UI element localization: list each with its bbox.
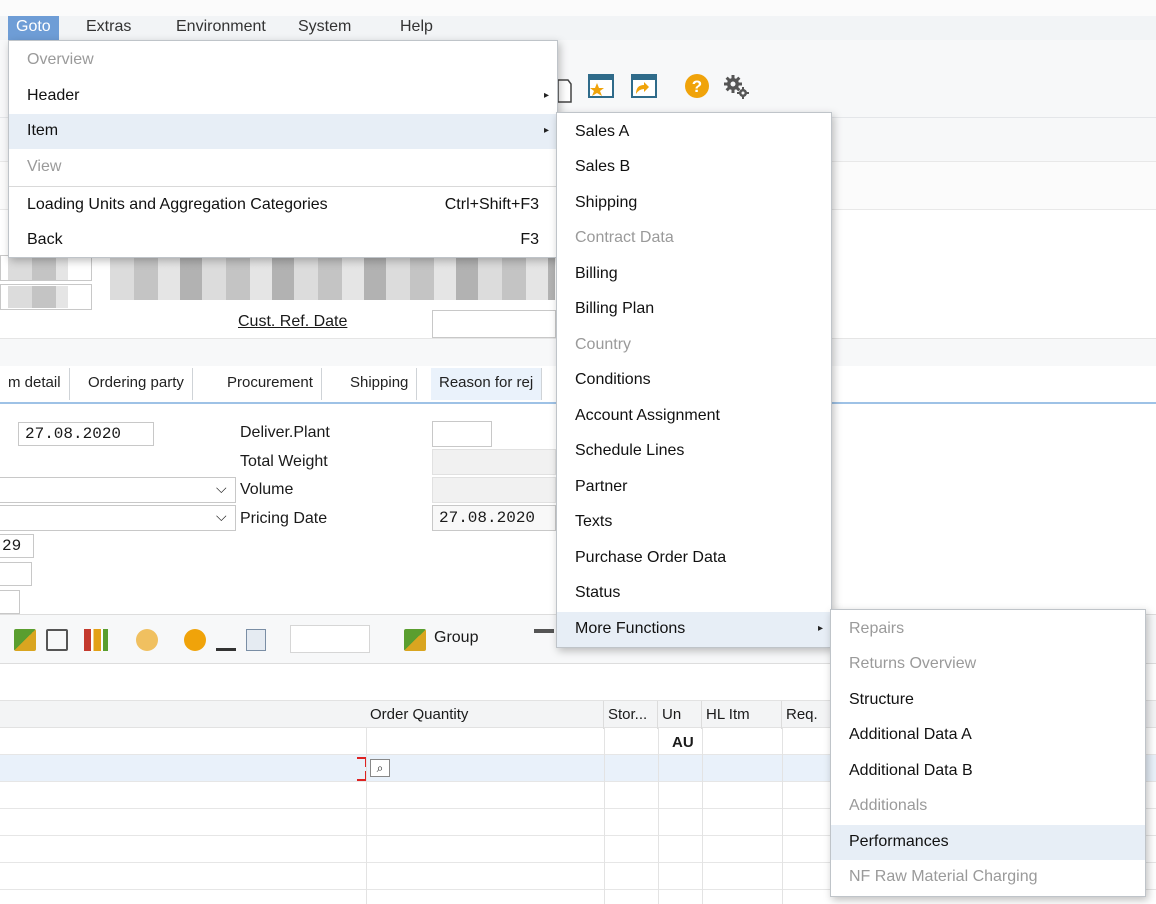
menu-item-performances[interactable]: Performances (831, 825, 1145, 860)
tab-item-detail[interactable]: m detail (0, 368, 70, 400)
unit-cell: AU (672, 734, 694, 751)
toolbar-blank-field[interactable] (290, 625, 370, 653)
menu-goto[interactable]: Goto (8, 16, 59, 40)
help-icon[interactable]: ? (683, 72, 711, 100)
chevron-down-icon[interactable]: ⌵ (216, 480, 227, 497)
col-order-quantity[interactable]: Order Quantity (366, 701, 604, 729)
menu-item-conditions[interactable]: Conditions (557, 363, 831, 398)
menu-item-sales-b[interactable]: Sales B (557, 150, 831, 185)
shortcut-label: Ctrl+Shift+F3 (444, 196, 539, 213)
menu-item-country: Country (575, 336, 632, 353)
volume-field (432, 477, 556, 503)
group-icon (404, 629, 426, 651)
grid-line (702, 728, 703, 904)
partial-field-3[interactable] (0, 590, 20, 614)
pricing-date-label: Pricing Date (240, 510, 328, 527)
shortcut-label: F3 (520, 231, 539, 248)
submenu-arrow-icon: ▸ (543, 90, 549, 101)
settings-icon[interactable] (722, 72, 750, 100)
deliver-plant-label: Deliver.Plant (240, 424, 330, 441)
volume-label: Volume (240, 481, 294, 498)
menu-item-repairs: Repairs (849, 620, 905, 637)
total-weight-label: Total Weight (240, 453, 328, 470)
value-help-icon[interactable]: ⌕ (370, 759, 390, 777)
menu-item-additionals: Additionals (849, 797, 928, 814)
item-submenu: Sales A Sales B Shipping Contract Data B… (556, 112, 832, 648)
coin-5-icon[interactable] (184, 629, 206, 651)
menu-item-structure[interactable]: Structure (831, 683, 1145, 718)
deliver-plant-field[interactable] (432, 421, 492, 447)
grid-line (366, 728, 367, 904)
coin-icon[interactable] (136, 629, 158, 651)
grid-line (782, 728, 783, 904)
submenu-arrow-icon: ▸ (817, 623, 823, 634)
menu-item-item[interactable]: Item ▸ (9, 114, 557, 149)
menu-item-additional-data-a[interactable]: Additional Data A (831, 718, 1145, 753)
tab-ordering-party[interactable]: Ordering party (80, 368, 193, 400)
menu-item-nf-raw-material-charging: NF Raw Material Charging (849, 868, 1038, 885)
tool-icon[interactable] (534, 629, 554, 651)
notes-icon[interactable] (246, 629, 266, 651)
menu-item-billing[interactable]: Billing (557, 257, 831, 292)
balance-icon[interactable] (14, 629, 36, 651)
create-bookmark-icon[interactable] (587, 72, 615, 100)
menu-item-contract-data: Contract Data (575, 229, 674, 246)
grid-line (658, 728, 659, 904)
submenu-arrow-icon: ▸ (543, 125, 549, 136)
blurred-value (110, 252, 555, 300)
col-storage[interactable]: Stor... (604, 701, 658, 729)
menu-item-additional-data-b[interactable]: Additional Data B (831, 754, 1145, 789)
more-functions-submenu: Repairs Returns Overview Structure Addit… (830, 609, 1146, 897)
tab-procurement[interactable]: Procurement (219, 368, 322, 400)
menu-item-view: View (27, 158, 62, 175)
tab-shipping[interactable]: Shipping (342, 368, 418, 400)
menu-item-returns-overview: Returns Overview (849, 655, 977, 672)
partial-field[interactable]: 29 (0, 534, 34, 558)
pricing-date-field[interactable]: 27.08.2020 (432, 505, 556, 531)
blurred-value (8, 258, 68, 280)
menu-item-purchase-order-data[interactable]: Purchase Order Data (557, 541, 831, 576)
cust-ref-date-label: Cust. Ref. Date (238, 313, 348, 330)
chart-icon[interactable] (84, 629, 108, 651)
svg-text:?: ? (692, 77, 702, 96)
delta-icon[interactable] (216, 629, 236, 651)
menu-item-texts[interactable]: Texts (557, 505, 831, 540)
menu-item-shipping[interactable]: Shipping (557, 186, 831, 221)
date-field[interactable]: 27.08.2020 (18, 422, 154, 446)
col-hl-item[interactable]: HL Itm (702, 701, 782, 729)
menu-item-account-assignment[interactable]: Account Assignment (557, 399, 831, 434)
col-unit[interactable]: Un (658, 701, 702, 729)
partial-field-2[interactable] (0, 562, 32, 586)
menu-item-sales-a[interactable]: Sales A (557, 115, 831, 150)
menu-item-more-functions[interactable]: More Functions ▸ (557, 612, 831, 647)
tab-reason-for-rejection[interactable]: Reason for rej (431, 368, 543, 400)
blurred-value (8, 286, 68, 308)
hierarchy-icon[interactable] (46, 629, 68, 651)
menu-item-header[interactable]: Header ▸ (9, 79, 557, 114)
menu-item-schedule-lines[interactable]: Schedule Lines (557, 434, 831, 469)
menu-extras[interactable]: Extras (78, 16, 139, 40)
dropdown-field-2[interactable] (0, 505, 236, 531)
bookmarks-icon[interactable] (630, 72, 658, 100)
menu-item-loading-units[interactable]: Loading Units and Aggregation Categories… (9, 188, 557, 223)
menu-item-billing-plan[interactable]: Billing Plan (557, 292, 831, 327)
chevron-down-icon[interactable]: ⌵ (216, 508, 227, 525)
grid-line (604, 728, 605, 904)
menu-environment[interactable]: Environment (168, 16, 274, 40)
menu-item-partner[interactable]: Partner (557, 470, 831, 505)
menubar: Goto Extras Environment System Help (0, 16, 1156, 40)
page-icon[interactable] (556, 76, 572, 104)
dropdown-field-1[interactable] (0, 477, 236, 503)
menu-item-back[interactable]: Back F3 (9, 223, 557, 258)
menu-system[interactable]: System (290, 16, 359, 40)
total-weight-field (432, 449, 556, 475)
group-button[interactable]: Group (434, 629, 478, 647)
menu-separator (9, 186, 557, 187)
menu-help[interactable]: Help (392, 16, 441, 40)
cust-ref-date-field[interactable] (432, 310, 556, 338)
goto-menu: Overview Header ▸ Item ▸ View Loading Unit… (8, 40, 558, 258)
menu-item-overview: Overview (27, 51, 94, 68)
menu-item-status[interactable]: Status (557, 576, 831, 611)
